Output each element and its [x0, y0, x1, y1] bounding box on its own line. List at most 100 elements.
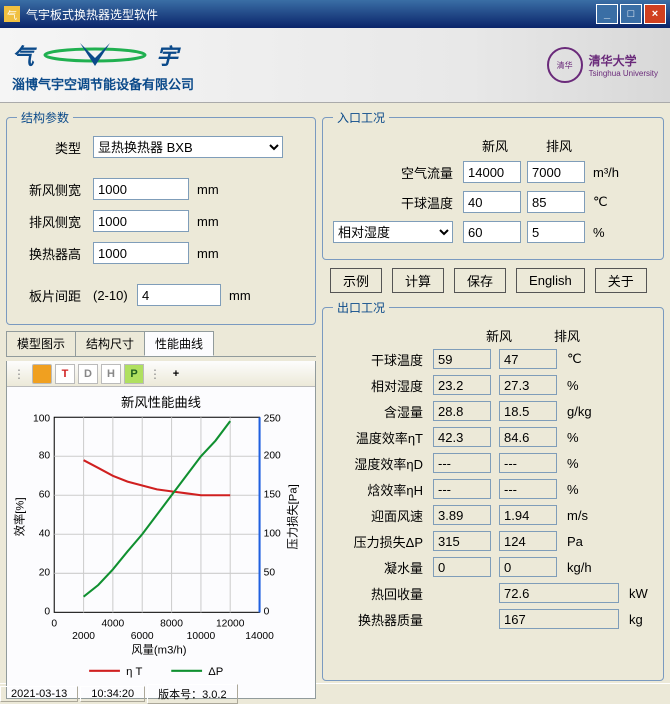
inlet-legend: 入口工况: [333, 109, 389, 126]
out-vel-exhaust: 1.94: [499, 505, 557, 525]
svg-text:η T: η T: [126, 666, 142, 678]
out-dp-exhaust: 124: [499, 531, 557, 551]
svg-text:80: 80: [39, 450, 51, 461]
fresh-width-input[interactable]: [93, 178, 189, 200]
out-tet-exhaust: 84.6: [499, 427, 557, 447]
save-button[interactable]: 保存: [454, 268, 506, 293]
out-db-fresh: 59: [433, 349, 491, 369]
db-exhaust-input[interactable]: [527, 191, 585, 213]
flow-fresh-input[interactable]: [463, 161, 521, 183]
maximize-button[interactable]: □: [620, 4, 642, 24]
outlet-conditions: 出口工况 新风 排风 干球温度5947℃ 相对湿度23.227.3% 含湿量28…: [322, 299, 664, 681]
svg-text:压力损失[Pa]: 压力损失[Pa]: [286, 484, 300, 549]
logo-icon: [40, 38, 150, 72]
svg-text:0: 0: [264, 606, 270, 617]
height-input[interactable]: [93, 242, 189, 264]
flow-exhaust-input[interactable]: [527, 161, 585, 183]
outlet-exhaust-header: 排风: [533, 326, 601, 345]
svg-text:50: 50: [264, 567, 276, 578]
toolbar-h-button[interactable]: H: [101, 364, 121, 384]
performance-chart: 新风性能曲线: [7, 387, 315, 698]
out-db-exhaust: 47: [499, 349, 557, 369]
out-hum-fresh: 28.8: [433, 401, 491, 421]
out-vel-fresh: 3.89: [433, 505, 491, 525]
banner: 气 宇 淄博气宇空调节能设备有限公司 清华 清华大学 Tsinghua Univ…: [0, 28, 670, 103]
example-button[interactable]: 示例: [330, 268, 382, 293]
struct-params: 结构参数 类型 显热换热器 BXB 新风侧宽 mm 排风侧宽 mm 换热器高: [6, 109, 316, 325]
titlebar: 气 气宇板式换热器选型软件 _ □ ×: [0, 0, 670, 28]
toolbar-crosshair-button[interactable]: +: [166, 364, 186, 384]
tab-model[interactable]: 模型图示: [6, 331, 76, 356]
svg-text:12000: 12000: [216, 619, 245, 630]
outlet-legend: 出口工况: [333, 299, 389, 316]
english-button[interactable]: English: [516, 268, 585, 293]
flow-label: 空气流量: [333, 163, 463, 182]
inlet-exhaust-header: 排风: [527, 136, 591, 155]
tab-curve[interactable]: 性能曲线: [144, 331, 214, 356]
out-ent-exhaust: ---: [499, 479, 557, 499]
svg-text:20: 20: [39, 567, 51, 578]
university-en: Tsinghua University: [589, 69, 658, 78]
rh-fresh-input[interactable]: [463, 221, 521, 243]
out-mass: 167: [499, 609, 619, 629]
svg-text:新风性能曲线: 新风性能曲线: [121, 395, 201, 410]
out-tet-fresh: 42.3: [433, 427, 491, 447]
toolbar-t-button[interactable]: T: [55, 364, 75, 384]
outlet-fresh-header: 新风: [465, 326, 533, 345]
svg-text:ΔP: ΔP: [208, 666, 223, 678]
svg-text:6000: 6000: [131, 631, 154, 642]
svg-text:2000: 2000: [72, 631, 95, 642]
out-rh-fresh: 23.2: [433, 375, 491, 395]
toolbar-d-button[interactable]: D: [78, 364, 98, 384]
rh-exhaust-input[interactable]: [527, 221, 585, 243]
logo-char-left: 气: [12, 39, 34, 71]
exhaust-width-input[interactable]: [93, 210, 189, 232]
svg-text:250: 250: [264, 413, 281, 424]
calc-button[interactable]: 计算: [392, 268, 444, 293]
svg-text:0: 0: [51, 619, 57, 630]
window-title: 气宇板式换热器选型软件: [26, 6, 596, 23]
svg-text:14000: 14000: [245, 631, 274, 642]
db-fresh-input[interactable]: [463, 191, 521, 213]
svg-text:4000: 4000: [101, 619, 124, 630]
svg-text:100: 100: [264, 528, 281, 539]
tabs: 模型图示 结构尺寸 性能曲线: [6, 331, 316, 357]
university-cn: 清华大学: [589, 52, 658, 69]
out-hum-exhaust: 18.5: [499, 401, 557, 421]
svg-text:150: 150: [264, 489, 281, 500]
out-ent-fresh: ---: [433, 479, 491, 499]
pitch-input[interactable]: [137, 284, 221, 306]
out-hef-fresh: ---: [433, 453, 491, 473]
minimize-button[interactable]: _: [596, 4, 618, 24]
pitch-range: (2-10): [93, 288, 137, 303]
toolbar-color-button[interactable]: [32, 364, 52, 384]
about-button[interactable]: 关于: [595, 268, 647, 293]
logo-char-right: 宇: [156, 39, 178, 71]
out-heat: 72.6: [499, 583, 619, 603]
svg-text:40: 40: [39, 528, 51, 539]
type-select[interactable]: 显热换热器 BXB: [93, 136, 283, 158]
tab-dims[interactable]: 结构尺寸: [75, 331, 145, 356]
fresh-width-label: 新风侧宽: [17, 180, 93, 199]
svg-text:风量(m3/h): 风量(m3/h): [131, 643, 186, 656]
out-cond-fresh: 0: [433, 557, 491, 577]
svg-text:8000: 8000: [160, 619, 183, 630]
university-badge: 清华 清华大学 Tsinghua University: [547, 47, 658, 83]
db-label: 干球温度: [333, 193, 463, 212]
height-label: 换热器高: [17, 244, 93, 263]
svg-text:效率[%]: 效率[%]: [12, 497, 26, 536]
inlet-conditions: 入口工况 新风 排风 空气流量 m³/h 干球温度 ℃ 相对湿度: [322, 109, 664, 260]
svg-text:10000: 10000: [187, 631, 216, 642]
humidity-mode-select[interactable]: 相对湿度: [333, 221, 453, 243]
inlet-fresh-header: 新风: [463, 136, 527, 155]
out-dp-fresh: 315: [433, 531, 491, 551]
exhaust-width-label: 排风侧宽: [17, 212, 93, 231]
out-cond-exhaust: 0: [499, 557, 557, 577]
app-icon: 气: [4, 6, 20, 22]
toolbar-p-button[interactable]: P: [124, 364, 144, 384]
svg-text:60: 60: [39, 489, 51, 500]
struct-legend: 结构参数: [17, 109, 73, 126]
unit-mm: mm: [197, 182, 219, 197]
close-button[interactable]: ×: [644, 4, 666, 24]
type-label: 类型: [17, 138, 93, 157]
